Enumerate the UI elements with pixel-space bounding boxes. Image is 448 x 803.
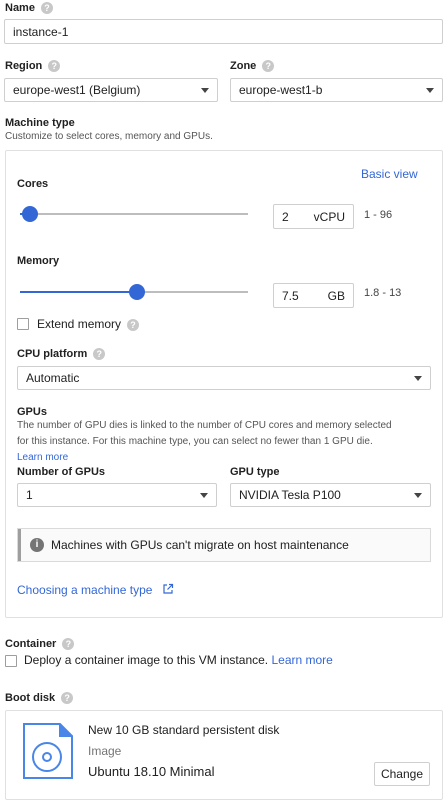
chevron-down-icon	[200, 492, 208, 498]
container-checkbox[interactable]	[5, 655, 17, 667]
memory-range: 1.8 - 13	[364, 287, 402, 299]
change-button[interactable]: Change	[374, 762, 430, 786]
cpu-platform-label: CPU platform?	[17, 348, 106, 361]
help-icon[interactable]: ?	[262, 60, 275, 73]
extend-memory-checkbox[interactable]	[17, 318, 29, 330]
banner-accent	[18, 529, 21, 561]
container-checkbox-label: Deploy a container image to this VM inst…	[24, 653, 333, 667]
name-input[interactable]: instance-1	[4, 19, 443, 44]
boot-disk-image-value: Ubuntu 18.10 Minimal	[88, 764, 215, 779]
region-label: Region?	[5, 60, 61, 73]
machine-type-label: Machine type	[5, 117, 75, 129]
memory-slider-fill	[20, 291, 137, 293]
gpus-description-2: for this instance. For this machine type…	[17, 436, 373, 447]
cores-slider-thumb[interactable]	[22, 206, 38, 222]
extend-memory-label: Extend memory?	[37, 317, 140, 331]
external-link-icon	[163, 583, 173, 594]
info-icon: i	[30, 538, 44, 552]
memory-label: Memory	[17, 255, 60, 267]
help-icon[interactable]: ?	[61, 692, 74, 705]
gpus-label: GPUs	[17, 406, 47, 418]
chevron-down-icon	[201, 87, 209, 93]
boot-disk-image-label: Image	[88, 744, 122, 758]
chevron-down-icon	[414, 375, 422, 381]
disk-icon	[23, 723, 73, 779]
region-select[interactable]: europe-west1 (Belgium)	[4, 78, 218, 102]
number-of-gpus-select[interactable]: 1	[17, 483, 217, 507]
memory-slider-thumb[interactable]	[129, 284, 145, 300]
gpu-type-select[interactable]: NVIDIA Tesla P100	[230, 483, 431, 507]
memory-input[interactable]: 7.5 GB	[273, 283, 354, 308]
gpus-description-1: The number of GPU dies is linked to the …	[17, 420, 392, 431]
gpu-info-banner: i Machines with GPUs can't migrate on ho…	[17, 528, 431, 562]
boot-disk-title: New 10 GB standard persistent disk	[88, 723, 280, 737]
help-icon[interactable]: ?	[40, 2, 53, 15]
choosing-machine-type-link[interactable]: Choosing a machine type	[17, 583, 174, 597]
machine-type-subtitle: Customize to select cores, memory and GP…	[5, 131, 213, 142]
zone-label: Zone?	[230, 60, 275, 73]
gpu-info-text: Machines with GPUs can't migrate on host…	[51, 538, 349, 552]
cores-input[interactable]: 2 vCPU	[273, 204, 354, 229]
chevron-down-icon	[426, 87, 434, 93]
help-icon[interactable]: ?	[127, 318, 140, 331]
help-icon[interactable]: ?	[48, 60, 61, 73]
cores-range: 1 - 96	[364, 209, 393, 221]
cores-label: Cores	[17, 178, 49, 190]
boot-disk-label: Boot disk?	[5, 692, 74, 705]
cpu-platform-select[interactable]: Automatic	[17, 366, 431, 390]
zone-select[interactable]: europe-west1-b	[230, 78, 443, 102]
gpu-type-label: GPU type	[230, 466, 280, 478]
gpus-learn-more-link[interactable]: Learn more	[17, 452, 68, 463]
chevron-down-icon	[414, 492, 422, 498]
container-learn-more-link[interactable]: Learn more	[271, 653, 332, 667]
number-of-gpus-label: Number of GPUs	[17, 466, 106, 478]
cores-slider-track[interactable]	[20, 213, 248, 215]
name-label: Name?	[5, 2, 53, 15]
help-icon[interactable]: ?	[93, 348, 106, 361]
help-icon[interactable]: ?	[62, 638, 75, 651]
container-label: Container?	[5, 638, 75, 651]
basic-view-link[interactable]: Basic view	[361, 167, 418, 181]
